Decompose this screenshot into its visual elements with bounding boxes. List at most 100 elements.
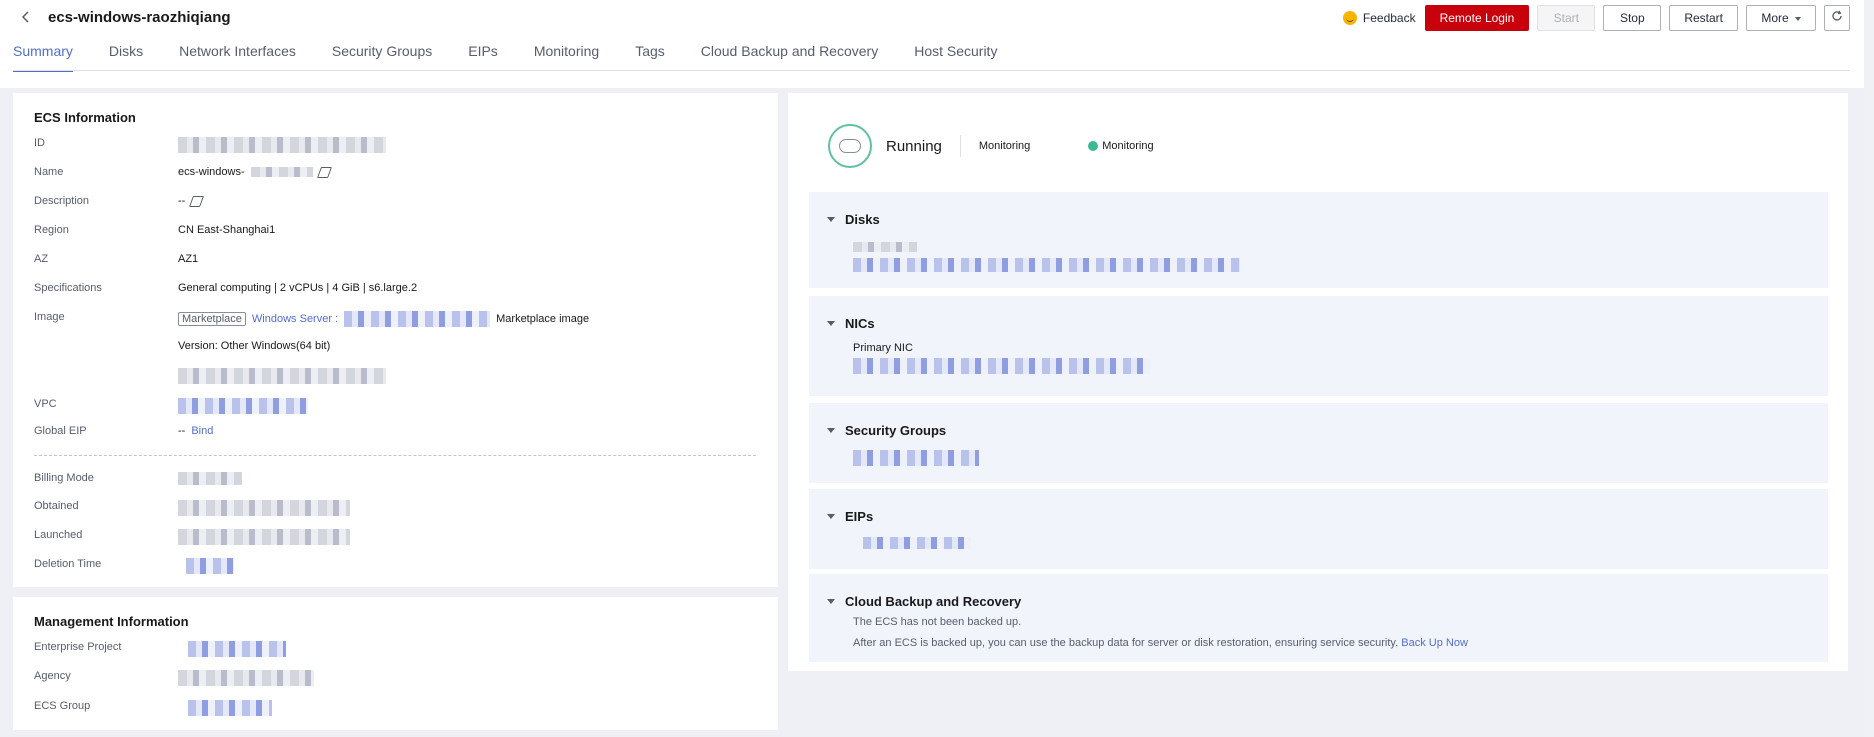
tab-security-groups[interactable]: Security Groups	[332, 42, 432, 72]
ecs-group-label: ECS Group	[34, 700, 91, 712]
nics-section-header[interactable]: NICs	[827, 316, 875, 331]
management-information-card: Management Information	[13, 597, 778, 730]
region-label: Region	[34, 224, 69, 236]
backup-hint-text: After an ECS is backed up, you can use t…	[853, 637, 1399, 649]
masked-value	[853, 358, 1150, 374]
image-value: Marketplace Windows Server : Marketplace…	[178, 311, 589, 327]
tab-network-interfaces[interactable]: Network Interfaces	[179, 42, 296, 72]
masked-value	[178, 472, 242, 485]
marketplace-tag: Marketplace	[178, 312, 246, 326]
page-header: ecs-windows-raozhiqiang Feedback Remote …	[0, 0, 1874, 88]
edit-icon[interactable]	[316, 166, 332, 178]
masked-row-value	[178, 368, 386, 384]
edit-icon[interactable]	[189, 195, 205, 207]
specifications-value: General computing | 2 vCPUs | 4 GiB | s6…	[178, 282, 418, 294]
deletion-time-value	[178, 558, 234, 574]
security-groups-title: Security Groups	[845, 423, 947, 438]
description-value: --	[178, 195, 205, 207]
launched-value	[178, 529, 350, 545]
security-groups-section-header[interactable]: Security Groups	[827, 423, 946, 438]
feedback-link[interactable]: Feedback	[1342, 11, 1416, 25]
masked-security-group-link[interactable]	[853, 450, 979, 466]
smile-icon	[1342, 11, 1357, 25]
back-up-now-link[interactable]: Back Up Now	[1401, 637, 1468, 649]
eips-section-header[interactable]: EIPs	[827, 509, 873, 524]
tab-monitoring[interactable]: Monitoring	[534, 42, 599, 72]
masked-value	[178, 500, 350, 516]
security-groups-section: Security Groups	[809, 403, 1828, 483]
monitoring-status: Monitoring	[1088, 140, 1154, 152]
tab-summary[interactable]: Summary	[13, 42, 73, 72]
disks-section: Disks	[809, 192, 1828, 288]
tab-disks[interactable]: Disks	[109, 42, 143, 72]
refresh-icon	[1832, 10, 1842, 21]
primary-nic-label: Primary NIC	[853, 342, 913, 354]
eips-section: EIPs	[809, 489, 1828, 569]
billing-mode-label: Billing Mode	[34, 472, 94, 484]
back-arrow-icon[interactable]	[18, 9, 34, 25]
status-divider	[959, 135, 961, 157]
billing-mode-value	[178, 472, 242, 485]
masked-value	[250, 167, 313, 177]
image-link[interactable]: Windows Server :	[252, 313, 338, 325]
masked-value	[178, 368, 386, 384]
id-value	[178, 137, 386, 153]
vpc-label: VPC	[34, 398, 57, 410]
description-label: Description	[34, 195, 90, 207]
global-eip-text: --	[178, 425, 186, 437]
cloud-backup-title: Cloud Backup and Recovery	[845, 594, 1022, 609]
cloud-backup-section: Cloud Backup and Recovery The ECS has no…	[809, 574, 1828, 662]
stop-button[interactable]: Stop	[1603, 5, 1662, 31]
not-backed-up-text: The ECS has not been backed up.	[853, 616, 1022, 628]
status-bar: Running Monitoring Monitoring	[828, 124, 1154, 168]
image-suffix: Marketplace image	[496, 313, 590, 325]
triangle-down-icon	[827, 321, 835, 326]
cloud-backup-section-header[interactable]: Cloud Backup and Recovery	[827, 594, 1021, 609]
tab-host-security[interactable]: Host Security	[914, 42, 997, 72]
obtained-label: Obtained	[34, 500, 79, 512]
tab-cloud-backup-and-recovery[interactable]: Cloud Backup and Recovery	[701, 42, 878, 72]
masked-enterprise-project-link[interactable]	[188, 641, 286, 657]
enterprise-project-value	[178, 641, 286, 657]
management-information-title: Management Information	[34, 614, 189, 629]
tab-tags[interactable]: Tags	[635, 42, 665, 72]
more-dropdown-button[interactable]: More	[1746, 5, 1816, 31]
az-label: AZ	[34, 253, 49, 265]
version-value: Version: Other Windows(64 bit)	[178, 340, 331, 352]
global-eip-value: -- Bind	[178, 425, 213, 437]
cloud-server-icon	[828, 124, 872, 168]
masked-value	[853, 242, 917, 252]
ecs-information-card: ECS Information	[13, 93, 778, 587]
caret-down-icon	[1794, 16, 1801, 21]
masked-value	[188, 700, 272, 716]
az-value: AZ1	[178, 253, 199, 265]
ecs-information-title: ECS Information	[34, 110, 136, 125]
monitoring-label: Monitoring	[978, 140, 1031, 152]
refresh-button[interactable]	[1824, 5, 1850, 31]
bind-link[interactable]: Bind	[191, 425, 213, 437]
feedback-label: Feedback	[1362, 11, 1416, 25]
remote-login-button[interactable]: Remote Login	[1424, 5, 1530, 31]
more-label: More	[1761, 11, 1789, 25]
obtained-value	[178, 500, 350, 516]
masked-value	[186, 558, 234, 574]
launched-label: Launched	[34, 529, 83, 541]
page-scrollbar[interactable]	[1864, 0, 1874, 737]
nics-title: NICs	[845, 316, 875, 331]
masked-value	[178, 529, 350, 545]
tab-eips[interactable]: EIPs	[468, 42, 498, 72]
restart-button[interactable]: Restart	[1669, 5, 1738, 31]
masked-vpc-link[interactable]	[178, 398, 308, 414]
masked-value	[853, 258, 1240, 272]
region-value: CN East-Shanghai1	[178, 224, 276, 236]
triangle-down-icon	[827, 428, 835, 433]
masked-value	[863, 537, 971, 549]
monitoring-status-text: Monitoring	[1102, 140, 1154, 152]
tab-bar: Summary Disks Network Interfaces Securit…	[13, 42, 1033, 72]
header-actions: Feedback Remote Login Start Stop Restart…	[1342, 5, 1850, 31]
disks-section-header[interactable]: Disks	[827, 212, 880, 227]
disks-title: Disks	[845, 212, 880, 227]
name-label: Name	[34, 166, 64, 178]
masked-value	[344, 311, 491, 327]
start-button[interactable]: Start	[1537, 5, 1596, 31]
